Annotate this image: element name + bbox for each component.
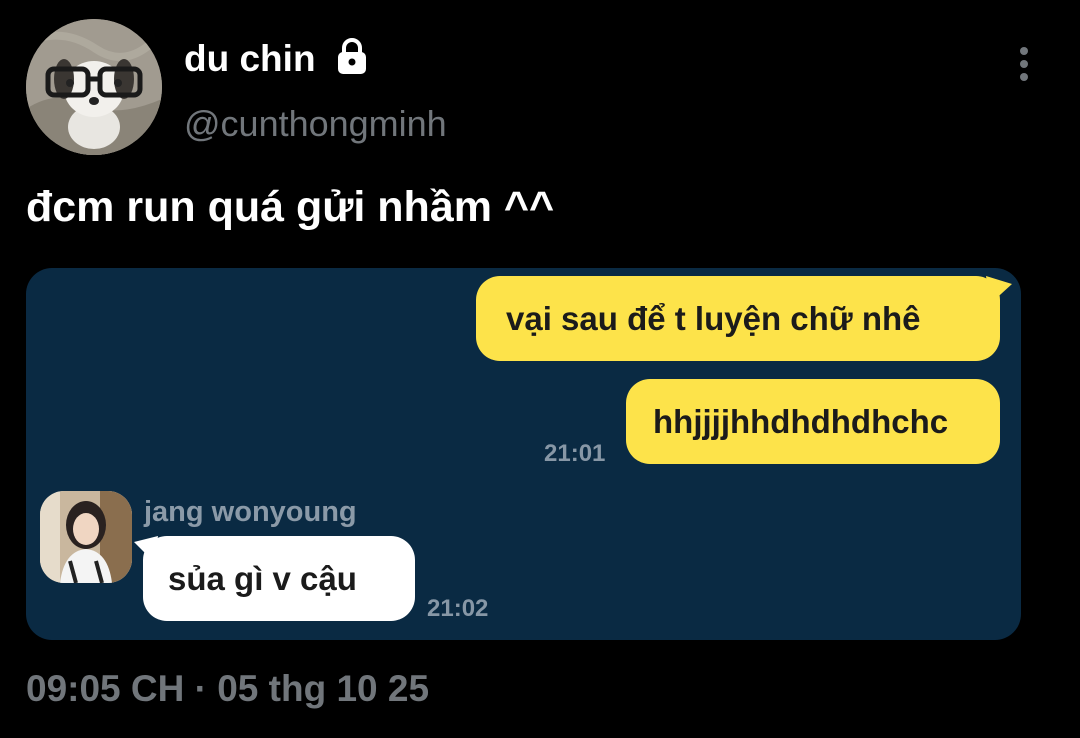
message-text: sủa gì v cậu xyxy=(168,559,357,597)
display-name[interactable]: du chin xyxy=(184,38,372,80)
message-text: vại sau để t luyện chữ nhê xyxy=(506,299,921,337)
more-vertical-icon xyxy=(1020,47,1028,81)
sent-message-bubble: vại sau để t luyện chữ nhê xyxy=(476,276,1000,361)
display-name-text: du chin xyxy=(184,38,316,79)
sent-message-bubble: hhjjjjhhdhdhdhchc xyxy=(626,379,1000,464)
profile-avatar[interactable] xyxy=(26,19,162,155)
sender-name: jang wonyoung xyxy=(144,496,357,528)
received-message-bubble: sủa gì v cậu xyxy=(143,536,415,621)
lock-icon xyxy=(332,36,372,76)
sender-avatar xyxy=(40,491,132,583)
user-handle[interactable]: @cunthongminh xyxy=(184,103,447,145)
message-time: 21:02 xyxy=(427,595,489,622)
tweet-timestamp[interactable]: 09:05 CH · 05 thg 10 25 xyxy=(26,668,429,710)
tweet-view: du chin @cunthongminh đcm run quá gửi nh… xyxy=(0,0,1080,738)
person-photo-icon xyxy=(40,491,132,583)
chat-screenshot[interactable]: vại sau để t luyện chữ nhê hhjjjjhhdhdhd… xyxy=(26,268,1021,640)
plush-dog-avatar-icon xyxy=(26,19,162,155)
tweet-text: đcm run quá gửi nhầm ^^ xyxy=(26,183,555,231)
message-text: hhjjjjhhdhdhdhchc xyxy=(653,402,949,440)
more-options-button[interactable] xyxy=(1004,42,1044,86)
message-time: 21:01 xyxy=(544,440,606,467)
